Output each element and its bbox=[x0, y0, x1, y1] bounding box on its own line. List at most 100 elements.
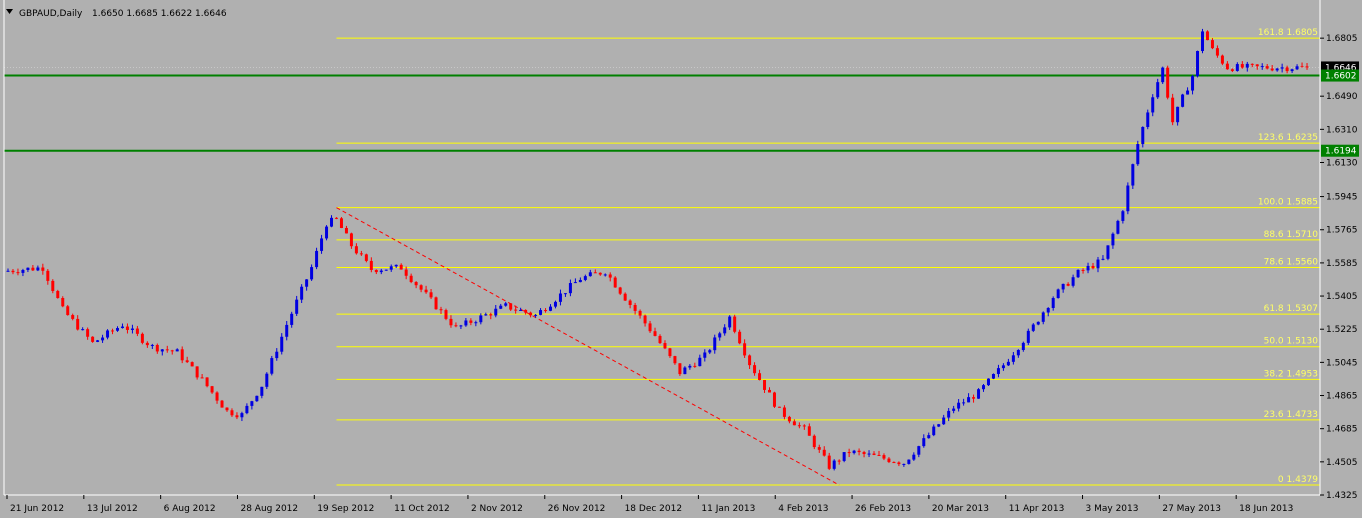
candle-body bbox=[598, 272, 602, 275]
candle-body bbox=[996, 368, 1000, 374]
y-tick-label: 1.5045 bbox=[1326, 358, 1358, 368]
candle-body bbox=[484, 314, 488, 316]
candle-body bbox=[339, 218, 343, 228]
fib-level-label: 123.6 1.6235 bbox=[1258, 133, 1318, 143]
candle-body bbox=[942, 417, 946, 425]
support-price-tag: 1.6194 bbox=[1325, 147, 1357, 157]
candle-body bbox=[384, 269, 388, 271]
candle-body bbox=[270, 358, 274, 374]
x-tick-label: 18 Dec 2012 bbox=[625, 504, 683, 514]
candle-body bbox=[1166, 67, 1170, 98]
candle-body bbox=[514, 309, 518, 311]
candle-body bbox=[414, 282, 418, 286]
candle-body bbox=[827, 455, 831, 469]
candle-body bbox=[394, 264, 398, 267]
candle-body bbox=[991, 373, 995, 379]
candle-body bbox=[305, 279, 309, 287]
candle-body bbox=[673, 356, 677, 364]
candle-body bbox=[1225, 63, 1229, 70]
y-tick-label: 1.4685 bbox=[1326, 425, 1358, 435]
candle-body bbox=[1235, 64, 1239, 71]
plot-background bbox=[0, 0, 1362, 518]
candle-body bbox=[1171, 97, 1175, 123]
candle-body bbox=[832, 460, 836, 469]
candle-body bbox=[1081, 269, 1085, 271]
x-tick-label: 11 Jan 2013 bbox=[701, 504, 755, 514]
candle-body bbox=[807, 426, 811, 436]
candle-body bbox=[748, 355, 752, 366]
candle-body bbox=[693, 365, 697, 367]
candle-body bbox=[464, 320, 468, 326]
candle-body bbox=[76, 318, 80, 330]
candle-body bbox=[758, 373, 762, 381]
support-price-tag: 1.6602 bbox=[1325, 72, 1357, 82]
candle-body bbox=[837, 460, 841, 462]
candle-body bbox=[91, 336, 95, 342]
candle-body bbox=[972, 397, 976, 399]
candle-body bbox=[325, 226, 329, 239]
candle-body bbox=[1295, 66, 1299, 70]
candle-body bbox=[539, 310, 543, 315]
candle-body bbox=[643, 315, 647, 324]
candle-body bbox=[1290, 69, 1294, 72]
candle-body bbox=[857, 450, 861, 453]
candle-body bbox=[792, 421, 796, 426]
x-tick-label: 6 Aug 2012 bbox=[164, 504, 216, 514]
candle-body bbox=[817, 447, 821, 450]
candle-body bbox=[265, 373, 269, 387]
y-tick-label: 1.4865 bbox=[1326, 392, 1358, 402]
candle-body bbox=[648, 323, 652, 332]
fib-level-label: 61.8 1.5307 bbox=[1264, 304, 1318, 314]
candle-body bbox=[688, 365, 692, 368]
candle-body bbox=[618, 287, 622, 294]
candle-body bbox=[205, 377, 209, 387]
candle-body bbox=[135, 328, 139, 334]
candle-body bbox=[56, 290, 60, 299]
candle-body bbox=[16, 272, 20, 274]
candle-body bbox=[847, 452, 851, 454]
fib-level-label: 100.0 1.5885 bbox=[1258, 198, 1318, 208]
candle-body bbox=[787, 416, 791, 422]
candle-body bbox=[1146, 112, 1150, 128]
y-tick-label: 1.5945 bbox=[1326, 193, 1358, 203]
candle-body bbox=[404, 269, 408, 276]
candle-body bbox=[733, 316, 737, 332]
symbol-label: GBPAUD,Daily bbox=[19, 9, 83, 19]
candle-body bbox=[1255, 64, 1259, 67]
candle-body bbox=[957, 402, 961, 409]
candle-body bbox=[902, 463, 906, 465]
candle-body bbox=[927, 435, 931, 439]
candle-body bbox=[26, 267, 30, 270]
candle-body bbox=[1036, 321, 1040, 325]
candle-body bbox=[280, 336, 284, 352]
candle-body bbox=[374, 269, 378, 273]
fib-level-label: 23.6 1.4733 bbox=[1264, 410, 1318, 420]
chart-header: GBPAUD,Daily 1.6650 1.6685 1.6622 1.6646 bbox=[6, 9, 227, 19]
candle-body bbox=[359, 253, 363, 255]
candle-body bbox=[1215, 48, 1219, 56]
candle-body bbox=[41, 267, 45, 271]
x-tick-label: 3 May 2013 bbox=[1086, 504, 1139, 514]
candle-body bbox=[1285, 67, 1289, 72]
candle-body bbox=[200, 377, 204, 379]
candle-body bbox=[165, 349, 169, 351]
candle-body bbox=[1091, 265, 1095, 269]
candle-body bbox=[668, 348, 672, 357]
candle-body bbox=[1071, 277, 1075, 286]
candle-body bbox=[459, 325, 463, 327]
candle-body bbox=[633, 304, 637, 311]
candle-body bbox=[777, 406, 781, 408]
candle-body bbox=[379, 270, 383, 273]
candle-body bbox=[583, 276, 587, 280]
candle-body bbox=[429, 292, 433, 298]
candle-body bbox=[1131, 164, 1135, 186]
candle-body bbox=[1191, 76, 1195, 91]
candle-body bbox=[260, 386, 264, 396]
candle-body bbox=[1001, 365, 1005, 369]
candle-body bbox=[698, 357, 702, 367]
candle-body bbox=[877, 454, 881, 456]
y-tick-label: 1.6805 bbox=[1326, 34, 1358, 44]
candle-body bbox=[51, 280, 55, 291]
candle-body bbox=[1046, 308, 1050, 313]
candle-body bbox=[125, 326, 129, 330]
